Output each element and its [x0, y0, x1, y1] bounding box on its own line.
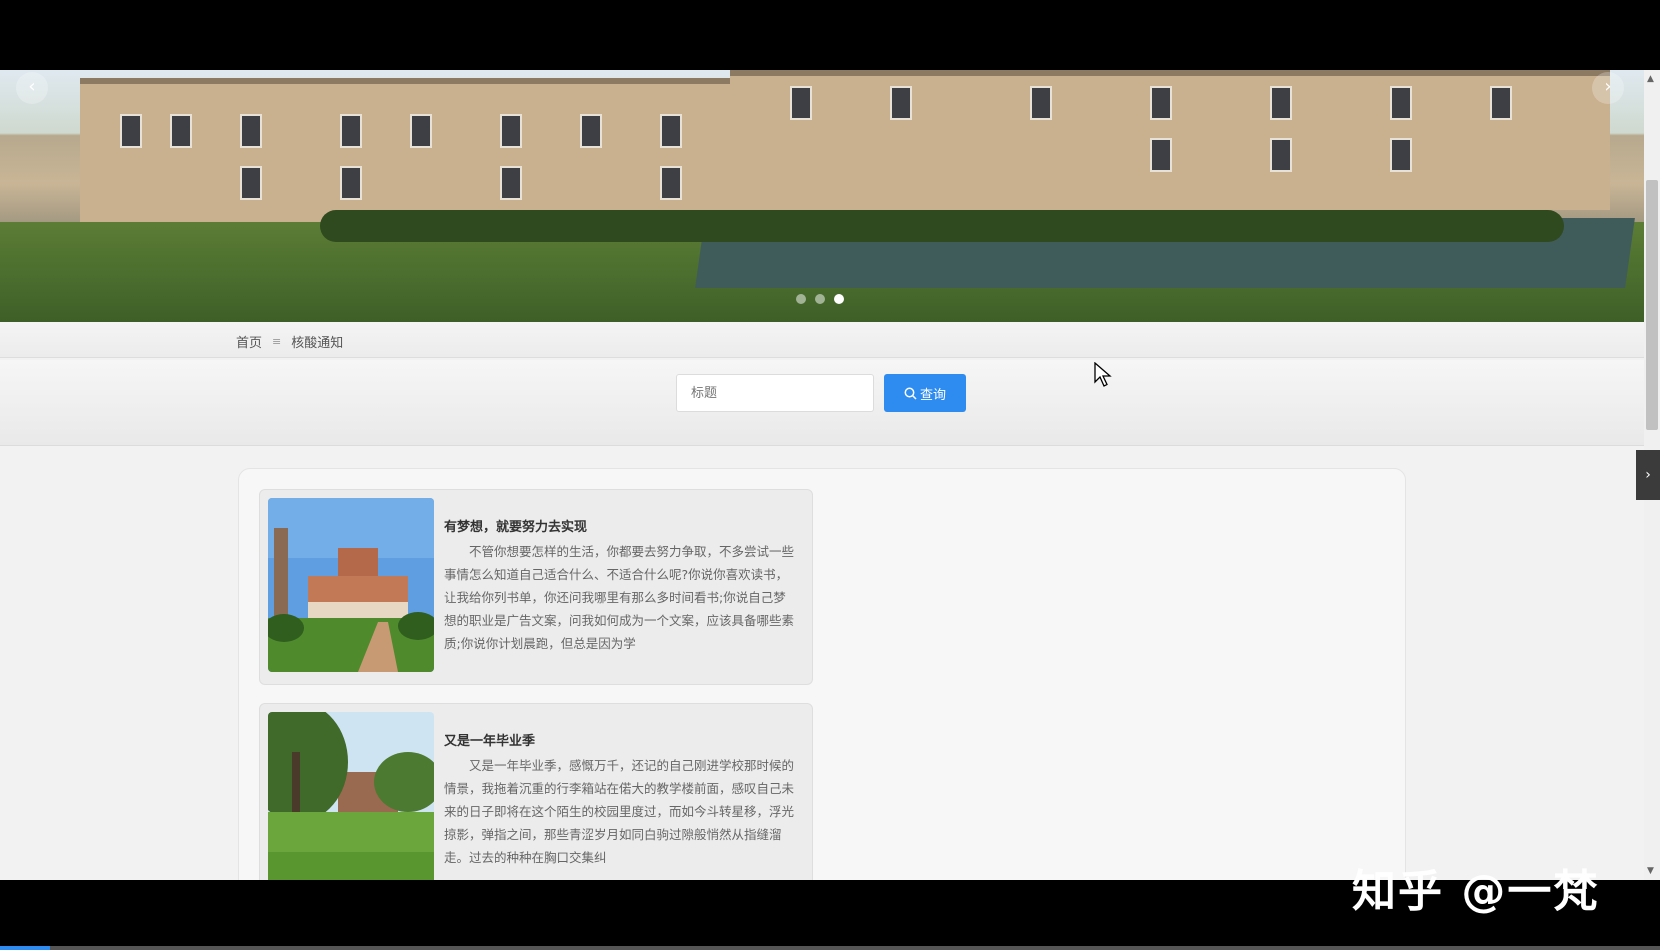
scroll-up-icon[interactable]: ▲ [1647, 74, 1654, 84]
campus-building-photo [268, 498, 434, 672]
breadcrumb-separator: ≡ [272, 335, 282, 348]
carousel-indicators [796, 294, 844, 304]
hero-carousel[interactable]: ‹ › [0, 70, 1644, 322]
search-button[interactable]: 查询 [884, 374, 966, 412]
banner-hedge [320, 210, 1564, 242]
watermark: 知乎 @一梵 [1352, 866, 1600, 917]
carousel-dot-active[interactable] [834, 294, 844, 304]
chevron-left-icon[interactable]: ‹ [16, 72, 48, 104]
article-card[interactable]: 有梦想，就要努力去实现 不管你想要怎样的生活，你都要去努力争取，不多尝试一些事情… [259, 489, 813, 685]
breadcrumb: 首页 ≡ 核酸通知 [0, 322, 1644, 358]
search-bar: 查询 [0, 360, 1644, 446]
mouse-cursor-icon [1094, 362, 1112, 387]
article-description: 不管你想要怎样的生活，你都要去努力争取，不多尝试一些事情怎么知道自己适合什么、不… [444, 544, 795, 651]
article-card[interactable]: 又是一年毕业季 又是一年毕业季，感慨万千，还记的自己刚进学校那时候的情景，我拖着… [259, 703, 813, 880]
title-search-input[interactable] [676, 374, 874, 412]
campus-lawn-photo [268, 712, 434, 880]
search-icon [904, 387, 917, 400]
side-panel-toggle[interactable]: › [1636, 450, 1660, 500]
search-button-label: 查询 [919, 387, 946, 403]
carousel-dot[interactable] [796, 294, 806, 304]
browser-viewport: ‹ › 首页 ≡ 核酸通知 查询 [0, 70, 1660, 880]
breadcrumb-home[interactable]: 首页 [236, 332, 262, 351]
article-description: 又是一年毕业季，感慨万千，还记的自己刚进学校那时候的情景，我拖着沉重的行李箱站在… [444, 758, 795, 865]
article-list-panel: 有梦想，就要努力去实现 不管你想要怎样的生活，你都要去努力争取，不多尝试一些事情… [238, 468, 1406, 880]
breadcrumb-current: 核酸通知 [291, 336, 344, 351]
video-progress-bar[interactable] [0, 946, 1660, 950]
scrollbar-thumb[interactable] [1646, 180, 1658, 430]
article-title[interactable]: 有梦想，就要努力去实现 [444, 516, 587, 535]
article-title[interactable]: 又是一年毕业季 [444, 730, 535, 749]
banner-building-right [730, 70, 1610, 210]
video-progress-fill [0, 946, 50, 950]
banner-building-left [80, 78, 730, 228]
screen-frame: ‹ › 首页 ≡ 核酸通知 查询 [0, 0, 1660, 950]
scroll-down-icon[interactable]: ▼ [1647, 866, 1654, 876]
chevron-right-icon[interactable]: › [1592, 72, 1624, 104]
carousel-dot[interactable] [815, 294, 825, 304]
